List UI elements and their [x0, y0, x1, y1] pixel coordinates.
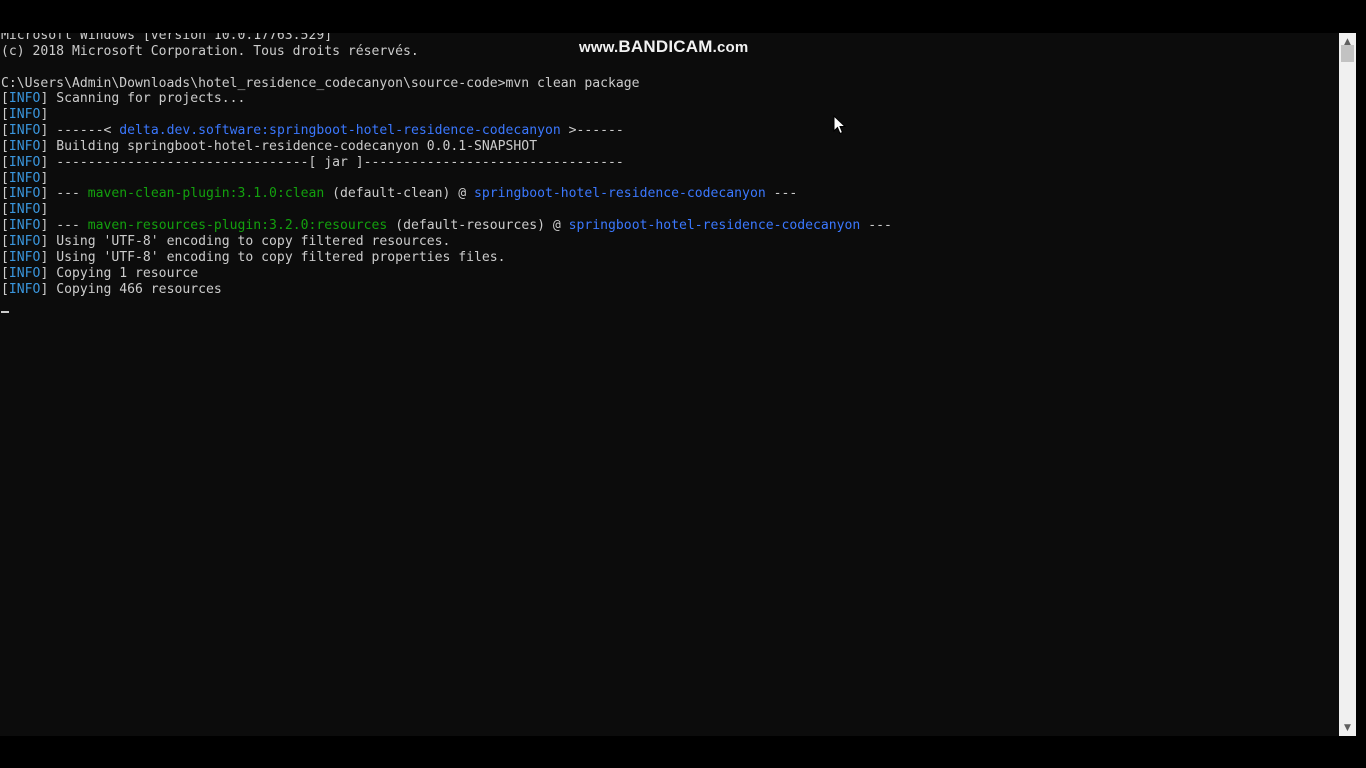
console-text: ] --- [40, 218, 88, 234]
console-text: (default-clean) @ [324, 186, 475, 202]
artifact-id-text: delta.dev.software:springboot-hotel-resi… [119, 123, 561, 139]
log-level-label: INFO [8, 123, 41, 139]
console-line: [INFO] Copying 1 resource [1, 266, 892, 282]
console-text: [ [1, 170, 9, 186]
log-level-label: INFO [8, 281, 41, 297]
console-line: [INFO] Building springboot-hotel-residen… [1, 139, 892, 155]
right-letterbox [1356, 33, 1366, 736]
console-text: ] Using 'UTF-8' encoding to copy filtere… [40, 233, 451, 249]
console-line: [INFO] Using 'UTF-8' encoding to copy fi… [1, 234, 892, 250]
log-level-label: INFO [8, 249, 41, 265]
watermark-prefix: www. [579, 39, 619, 56]
watermark-brand: BANDICAM [618, 37, 713, 56]
console-text: [ [1, 233, 9, 249]
console-text: [ [1, 186, 9, 202]
console-text: ] --------------------------------[ jar … [40, 154, 624, 170]
console-line: [INFO] [1, 171, 892, 187]
console-line: [INFO] [1, 107, 892, 123]
mouse-pointer-icon [833, 115, 847, 135]
log-level-label: INFO [8, 265, 41, 281]
console-line: (c) 2018 Microsoft Corporation. Tous dro… [1, 44, 892, 60]
console-line: [INFO] --- maven-resources-plugin:3.2.0:… [1, 218, 892, 234]
console-text: ] Building springboot-hotel-residence-co… [40, 138, 538, 154]
log-level-label: INFO [8, 218, 41, 234]
log-level-label: INFO [8, 186, 41, 202]
console-text: [ [1, 249, 9, 265]
log-level-label: INFO [8, 91, 41, 107]
console-text: ] [40, 170, 49, 186]
log-level-label: INFO [8, 233, 41, 249]
watermark-suffix: .com [712, 39, 749, 56]
console-text: [ [1, 265, 9, 281]
console-output: Microsoft Windows [version 10.0.17763.52… [1, 33, 892, 297]
log-level-label: INFO [8, 154, 41, 170]
console-text: ] ------< [40, 123, 120, 139]
console-text: [ [1, 202, 9, 218]
console-text: ] Copying 1 resource [40, 265, 199, 281]
console-text: --- [765, 186, 798, 202]
plugin-goal-text: maven-resources-plugin:3.2.0:resources [87, 218, 388, 234]
console-line: [INFO] [1, 202, 892, 218]
console-text: C:\Users\Admin\Downloads\hotel_residence… [1, 75, 640, 91]
artifact-id-text: springboot-hotel-residence-codecanyon [474, 186, 766, 202]
console-line: [INFO] --- maven-clean-plugin:3.1.0:clea… [1, 186, 892, 202]
console-text: ] Scanning for projects... [40, 91, 246, 107]
top-letterbox [0, 0, 1366, 33]
console-text: --- [860, 218, 892, 234]
artifact-id-text: springboot-hotel-residence-codecanyon [568, 218, 861, 234]
console-text: (c) 2018 Microsoft Corporation. Tous dro… [1, 43, 419, 59]
console-text: [ [1, 154, 9, 170]
scroll-thumb[interactable] [1341, 45, 1354, 62]
console-line: [INFO] Scanning for projects... [1, 91, 892, 107]
console-text: [ [1, 218, 9, 234]
console-line: Microsoft Windows [version 10.0.17763.52… [1, 33, 892, 44]
log-level-label: INFO [8, 107, 41, 123]
bottom-letterbox [0, 736, 1366, 768]
console-line: [INFO] ------< delta.dev.software:spring… [1, 123, 892, 139]
console-text: >------ [560, 123, 624, 139]
log-level-label: INFO [8, 138, 41, 154]
console-text: ] [40, 202, 49, 218]
console-line: C:\Users\Admin\Downloads\hotel_residence… [1, 76, 892, 92]
vertical-scrollbar[interactable]: ▲ ▼ [1339, 33, 1356, 736]
console-text: [ [1, 281, 9, 297]
terminal-console[interactable]: Microsoft Windows [version 10.0.17763.52… [0, 33, 1339, 736]
console-line: [INFO] Copying 466 resources [1, 282, 892, 298]
console-text: Microsoft Windows [version 10.0.17763.52… [1, 33, 333, 43]
text-cursor [1, 311, 9, 313]
console-text: ] --- [40, 186, 88, 202]
log-level-label: INFO [8, 202, 41, 218]
console-text: ] Using 'UTF-8' encoding to copy filtere… [40, 249, 506, 265]
console-text: [ [1, 91, 9, 107]
log-level-label: INFO [8, 170, 41, 186]
console-text: ] Copying 466 resources [40, 281, 222, 297]
console-text: [ [1, 107, 9, 123]
plugin-goal-text: maven-clean-plugin:3.1.0:clean [87, 186, 325, 202]
console-text: (default-resources) @ [387, 218, 569, 234]
bandicam-watermark: www.BANDICAM.com [579, 37, 748, 57]
console-text: [ [1, 138, 9, 154]
console-line: [INFO] --------------------------------[… [1, 155, 892, 171]
scroll-down-icon[interactable]: ▼ [1339, 719, 1356, 736]
console-line: [INFO] Using 'UTF-8' encoding to copy fi… [1, 250, 892, 266]
console-text: [ [1, 123, 9, 139]
console-text: ] [40, 107, 49, 123]
